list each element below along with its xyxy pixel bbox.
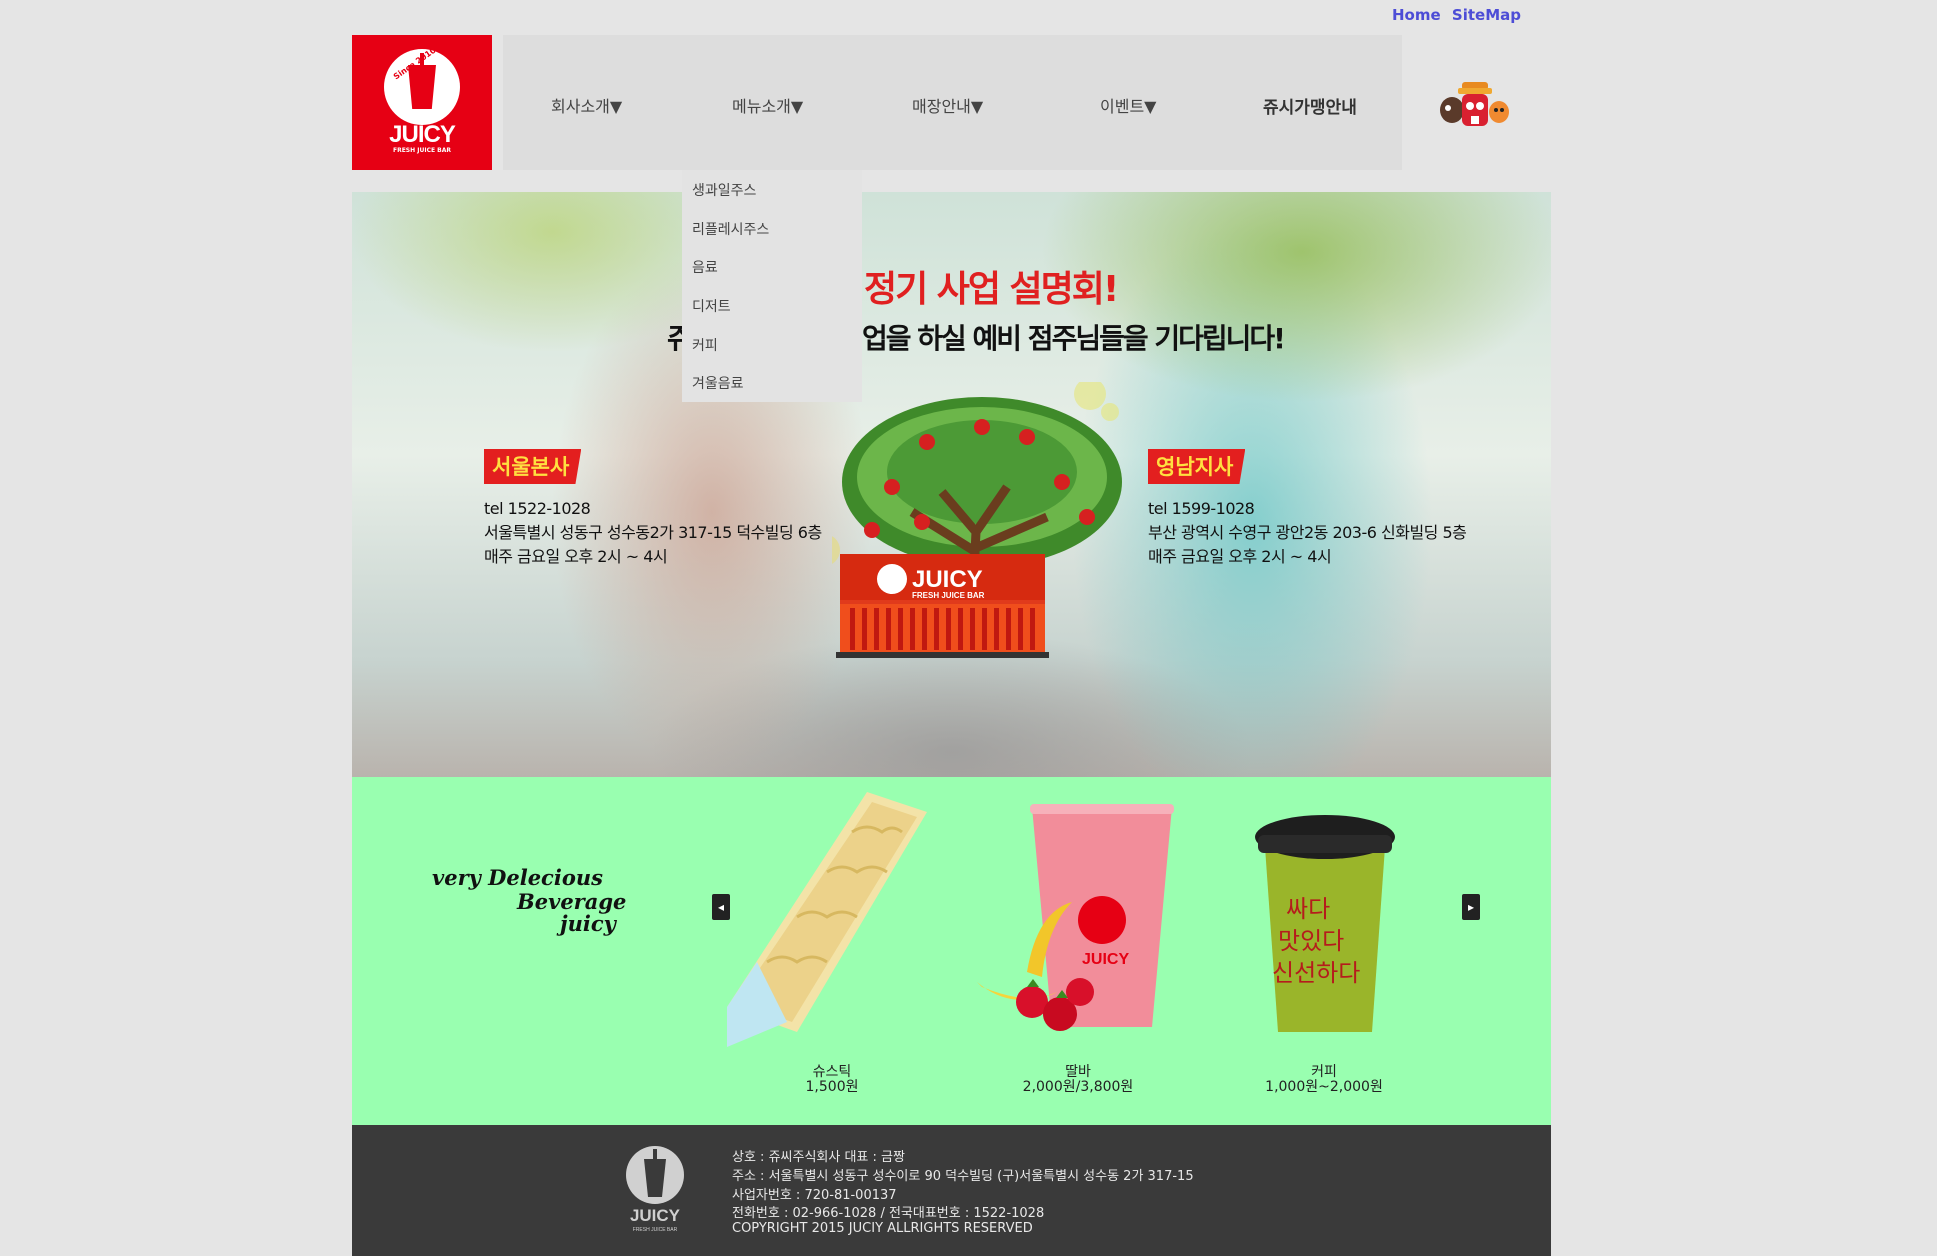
home-link[interactable]: Home <box>1392 6 1441 24</box>
yeongnam-office-info: tel 1599-1028 부산 광역시 수영구 광안2동 203-6 신화빌딩… <box>1148 497 1467 569</box>
nav-item-menu[interactable]: 메뉴소개▼ <box>732 93 803 117</box>
yeongnam-office-time: 매주 금요일 오후 2시 ~ 4시 <box>1148 547 1332 566</box>
coffee-cup-text-2: 맛있다 <box>1278 927 1344 955</box>
nav-item-stores[interactable]: 매장안내▼ <box>912 93 983 117</box>
site-footer: JUICY FRESH JUICE BAR 상호 : 쥬씨주식회사 대표 : 금… <box>352 1125 1551 1256</box>
coffee-cup-text-3: 신선하다 <box>1272 959 1360 987</box>
seoul-office-tel: tel 1522-1028 <box>484 499 591 518</box>
footer-copyright: COPYRIGHT 2015 JUCIY ALLRIGHTS RESERVED <box>732 1221 1033 1236</box>
footer-address: 주소 : 서울특별시 성동구 성수이로 90 덕수빌딩 (구)서울특별시 성수동… <box>732 1169 1194 1184</box>
cup-label-text: JUICY <box>1082 951 1129 968</box>
nav-item-events[interactable]: 이벤트▼ <box>1100 93 1156 117</box>
product-name-shoe-stick: 슈스틱 <box>812 1064 852 1080</box>
script-line-3: juicy <box>560 911 616 936</box>
product-name-strawberry-banana: 딸바 <box>1065 1064 1091 1080</box>
nav-item-franchise[interactable]: 쥬시가맹안내 <box>1263 93 1357 118</box>
top-links: Home SiteMap <box>1392 6 1527 24</box>
dropdown-item-refresh-juice[interactable]: 리플레시주스 <box>692 219 769 239</box>
seoul-office-badge: 서울본사 <box>484 449 582 484</box>
sitemap-link[interactable]: SiteMap <box>1452 6 1521 24</box>
seoul-office-address: 서울특별시 성동구 성수동2가 317-15 덕수빌딩 6층 <box>484 523 822 542</box>
footer-logo-word: JUICY <box>630 1206 681 1225</box>
footer-company: 상호 : 쥬씨주식회사 대표 : 금짱 <box>732 1150 905 1165</box>
yeongnam-office-badge: 영남지사 <box>1148 449 1246 484</box>
footer-logo-subtitle: FRESH JUICE BAR <box>633 1227 678 1233</box>
product-carousel: very Delecious Beverage juicy ◂ ▸ 슈스틱 1,… <box>352 777 1551 1125</box>
hero-title: 정기 사업 설명회! <box>864 269 1119 310</box>
footer-business-number: 사업자번호 : 720-81-00137 <box>732 1188 897 1203</box>
product-price-shoe-stick: 1,500원 <box>805 1079 859 1095</box>
dropdown-item-coffee[interactable]: 커피 <box>692 335 718 355</box>
hero-banner[interactable]: 정기 사업 설명회! 쥬 업을 하실 예비 점주님들을 기다립니다! 서울본사 … <box>352 192 1551 777</box>
product-price-strawberry-banana: 2,000원/3,800원 <box>1022 1079 1134 1095</box>
store-sign-text: JUICY <box>912 566 983 593</box>
logo-word: JUICY <box>389 121 456 148</box>
store-sign-subtitle: FRESH JUICE BAR <box>912 591 985 600</box>
dropdown-item-beverage[interactable]: 음료 <box>692 257 718 277</box>
dropdown-item-winter-drink[interactable]: 겨울음료 <box>692 373 744 393</box>
seoul-office-time: 매주 금요일 오후 2시 ~ 4시 <box>484 547 668 566</box>
footer-logo-icon: JUICY FRESH JUICE BAR <box>626 1146 684 1233</box>
product-name-coffee: 커피 <box>1311 1064 1337 1080</box>
logo-subtitle: FRESH JUICE BAR <box>392 147 451 154</box>
product-price-coffee: 1,000원~2,000원 <box>1265 1079 1383 1095</box>
dropdown-item-fresh-juice[interactable]: 생과일주스 <box>692 180 756 200</box>
menu-dropdown: 생과일주스 리플레시주스 음료 디저트 커피 겨울음료 <box>682 170 862 402</box>
script-line-1: very Delecious <box>432 865 603 890</box>
footer-phone: 전화번호 : 02-966-1028 / 전국대표번호 : 1522-1028 <box>732 1206 1045 1221</box>
product-image-coffee: 싸다 맛있다 신선하다 <box>1255 815 1395 1032</box>
mascot-characters-icon <box>1440 82 1509 126</box>
tree-store-illustration: JUICY FRESH JUICE BAR <box>832 382 1122 658</box>
hero-subtitle-right: 업을 하실 예비 점주님들을 기다립니다! <box>862 322 1286 355</box>
product-image-shoe-stick <box>727 792 927 1047</box>
logo-cup-icon <box>408 65 436 109</box>
product-image-strawberry-banana: JUICY <box>977 804 1174 1031</box>
carousel-next-button[interactable]: ▸ <box>1462 894 1480 920</box>
coffee-cup-text-1: 싸다 <box>1286 895 1330 923</box>
brand-logo[interactable]: Since 2010 JUICY FRESH JUICE BAR <box>352 35 492 170</box>
nav-item-company[interactable]: 회사소개▼ <box>551 93 622 117</box>
dropdown-item-dessert[interactable]: 디저트 <box>692 296 731 316</box>
seoul-office-info: tel 1522-1028 서울특별시 성동구 성수동2가 317-15 덕수빌… <box>484 497 822 569</box>
yeongnam-office-address: 부산 광역시 수영구 광안2동 203-6 신화빌딩 5층 <box>1148 523 1467 542</box>
yeongnam-office-tel: tel 1599-1028 <box>1148 499 1255 518</box>
